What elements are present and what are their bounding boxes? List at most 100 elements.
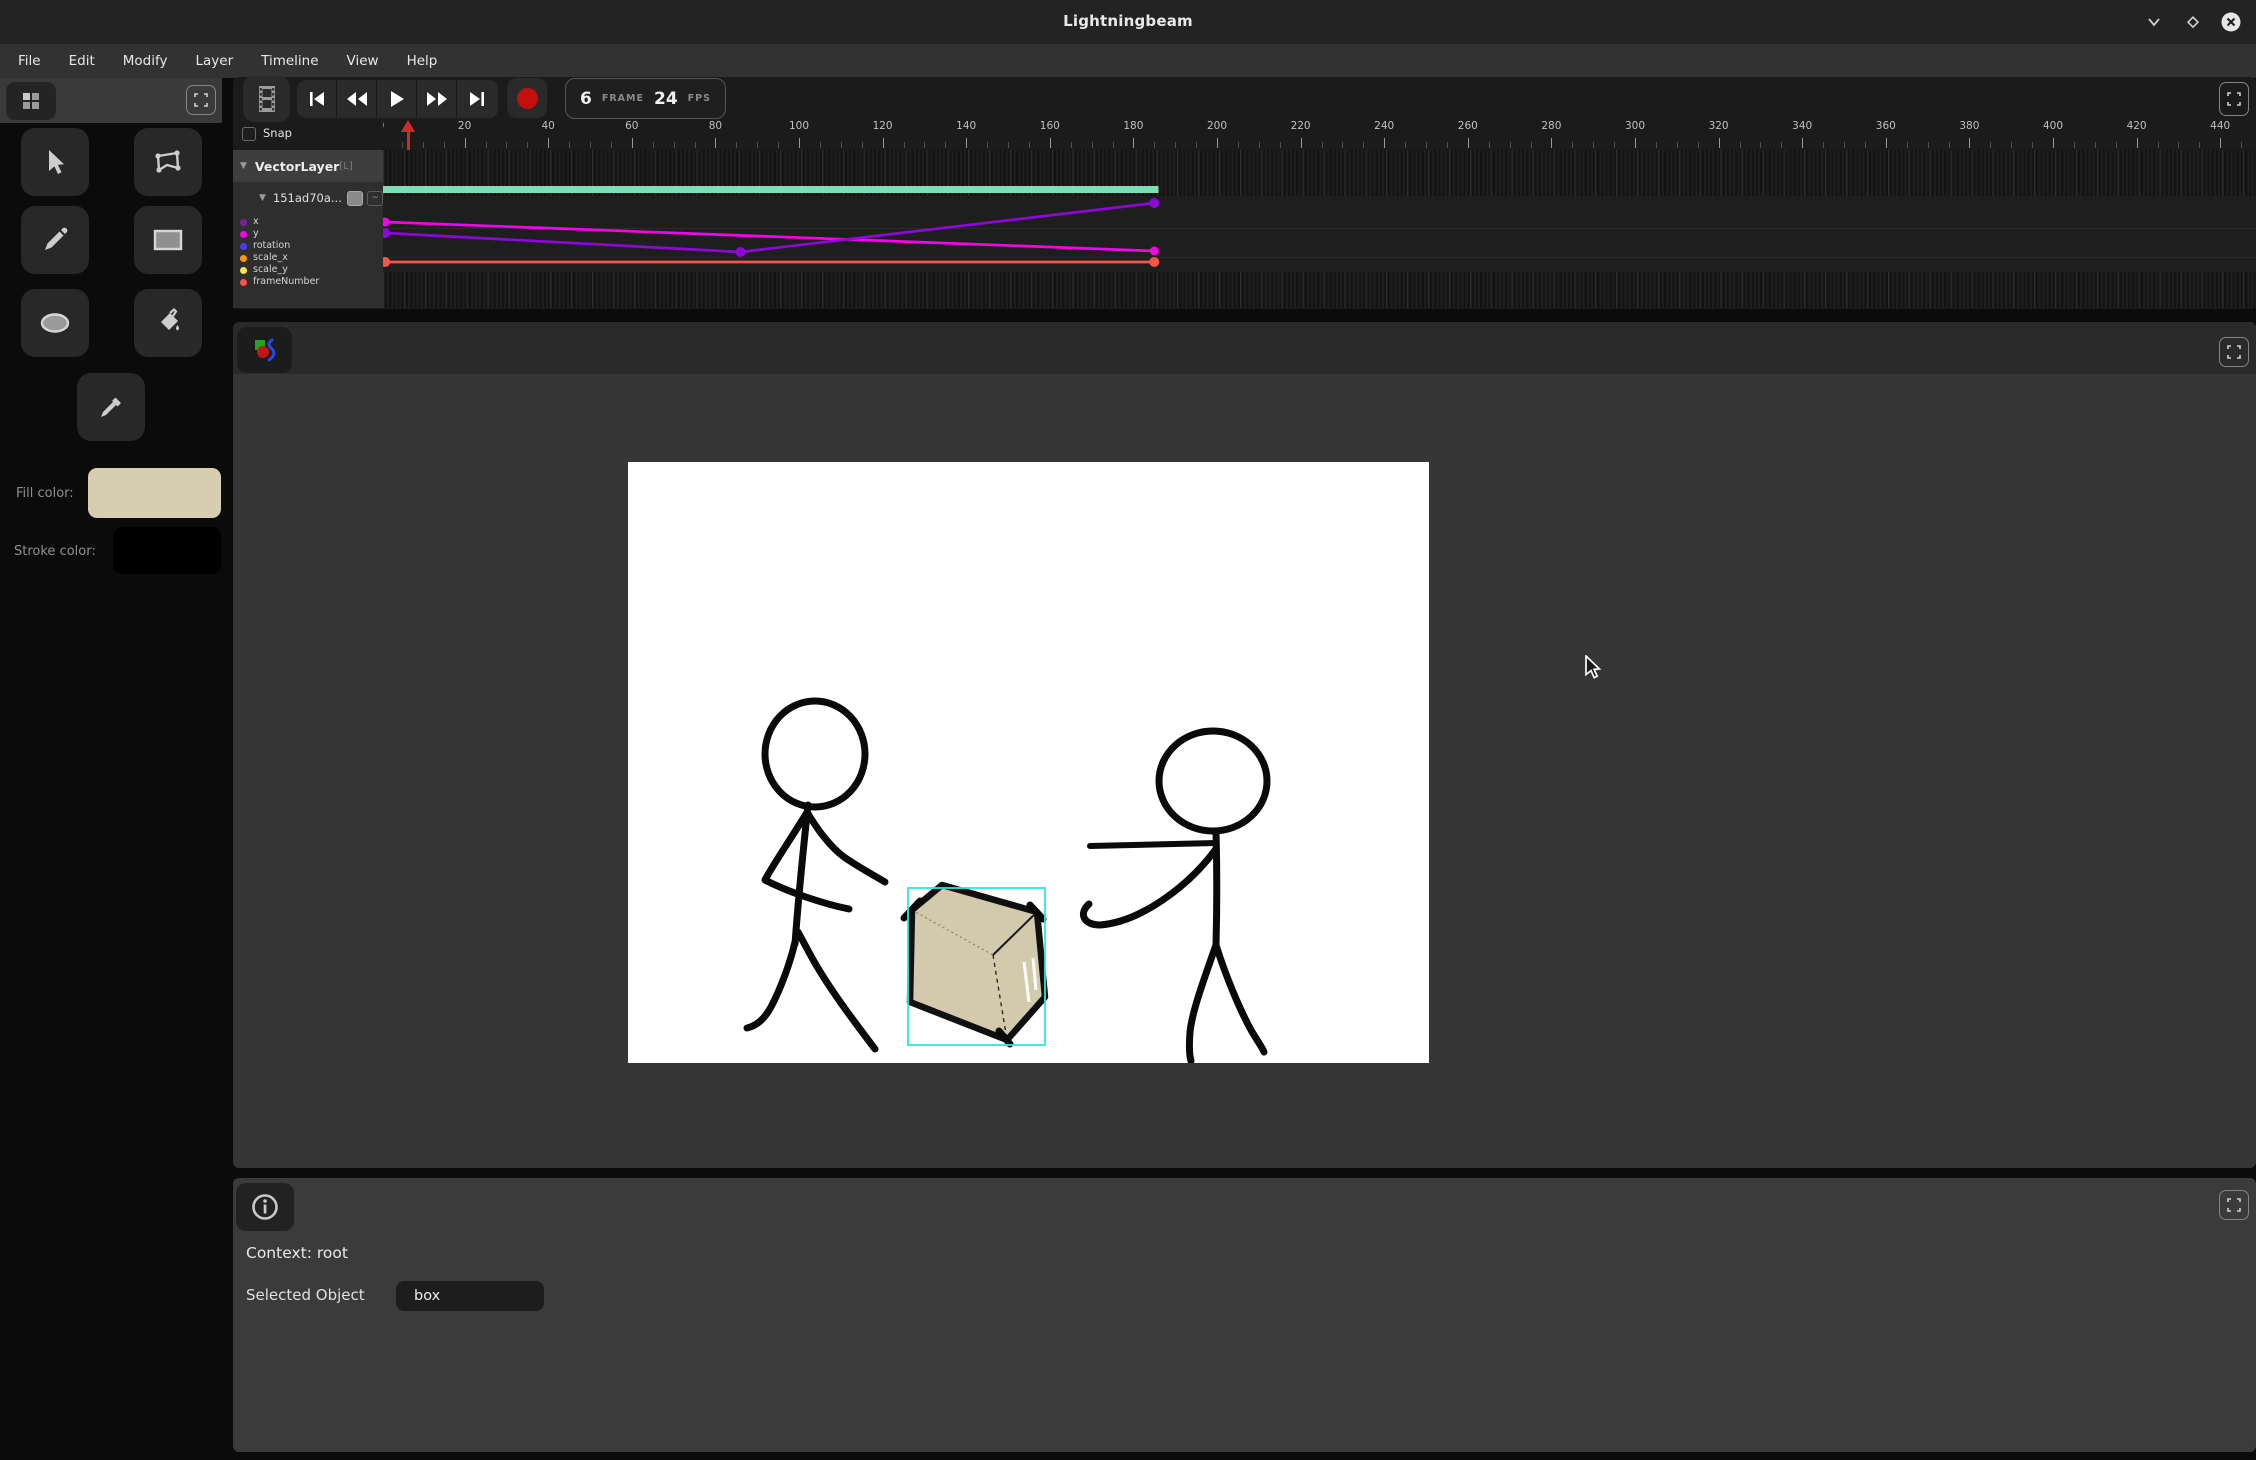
property-color-dot bbox=[240, 267, 247, 274]
menu-bar: FileEditModifyLayerTimelineViewHelp bbox=[0, 44, 2256, 78]
select-cursor-icon bbox=[42, 148, 68, 176]
ruler-tick bbox=[674, 142, 675, 148]
keyframe-dot-frameNumber[interactable] bbox=[1149, 257, 1159, 267]
property-row-rotation[interactable]: rotation bbox=[233, 240, 383, 252]
ruler-tick bbox=[653, 142, 654, 148]
play-button[interactable] bbox=[377, 80, 417, 118]
keyframe-curves[interactable] bbox=[383, 150, 2256, 308]
record-button[interactable] bbox=[507, 78, 547, 118]
ruler-label-160: 160 bbox=[1030, 120, 1070, 132]
snap-label: Snap bbox=[263, 126, 292, 140]
ruler-tick bbox=[1384, 138, 1385, 148]
panel-grid-button[interactable] bbox=[6, 82, 56, 120]
skip-to-start-button[interactable] bbox=[297, 80, 337, 118]
ruler-tick bbox=[1113, 142, 1114, 148]
frame-counter: 6 FRAME 24 FPS bbox=[565, 78, 726, 119]
sublayer-tilde-button[interactable]: ~ bbox=[367, 191, 383, 206]
ruler-tick bbox=[611, 142, 612, 148]
ruler-tick bbox=[1865, 142, 1866, 148]
menu-file[interactable]: File bbox=[4, 53, 55, 69]
draw-tool-button[interactable] bbox=[21, 206, 89, 274]
ruler-label-40: 40 bbox=[528, 120, 568, 132]
ruler-tick bbox=[1531, 142, 1532, 148]
eyedropper-tool-button[interactable] bbox=[77, 373, 145, 441]
timeline-ruler[interactable]: 0204060801001201401601802002202402602803… bbox=[383, 118, 2256, 150]
stick-figure-right[interactable] bbox=[1083, 731, 1267, 1061]
ruler-tick bbox=[1740, 142, 1741, 148]
rewind-button[interactable] bbox=[337, 80, 377, 118]
info-button[interactable] bbox=[236, 1183, 294, 1231]
menu-help[interactable]: Help bbox=[393, 53, 452, 69]
fast-forward-button[interactable] bbox=[417, 80, 457, 118]
keyframe-dot-x[interactable] bbox=[1149, 198, 1159, 208]
fps-value: 24 bbox=[654, 89, 678, 109]
rectangle-tool-button[interactable] bbox=[134, 206, 202, 274]
selected-object-dropdown[interactable]: box bbox=[396, 1281, 544, 1311]
tool-panel-expand-button[interactable] bbox=[186, 85, 216, 115]
ruler-tick bbox=[1928, 142, 1929, 148]
transform-tool-button[interactable] bbox=[134, 128, 202, 196]
transport-controls bbox=[297, 80, 498, 118]
select-tool-button[interactable] bbox=[21, 128, 89, 196]
ruler-tick bbox=[1844, 142, 1845, 148]
canvas-panel-header bbox=[233, 322, 2256, 374]
film-button[interactable] bbox=[243, 76, 290, 122]
timeline-expand-button[interactable] bbox=[2219, 82, 2249, 116]
inspector-expand-button[interactable] bbox=[2219, 1190, 2249, 1220]
stroke-color-swatch[interactable] bbox=[113, 527, 221, 574]
snap-checkbox[interactable] bbox=[242, 127, 256, 141]
stick-figure-left[interactable] bbox=[747, 701, 885, 1049]
window-minimize-icon[interactable] bbox=[2142, 10, 2166, 34]
keyframe-dot-frameNumber[interactable] bbox=[383, 257, 390, 267]
layer-name: VectorLayer bbox=[255, 159, 339, 174]
ruler-tick bbox=[1196, 142, 1197, 148]
ruler-tick bbox=[2011, 142, 2012, 148]
keyframe-dot-y[interactable] bbox=[383, 218, 390, 227]
property-row-scale_x[interactable]: scale_x bbox=[233, 252, 383, 264]
rewind-icon bbox=[346, 91, 368, 107]
layer-badge: [L] bbox=[339, 161, 352, 172]
ruler-tick bbox=[2032, 142, 2033, 148]
menu-timeline[interactable]: Timeline bbox=[247, 53, 332, 69]
keyframe-dot-x[interactable] bbox=[735, 247, 745, 257]
property-row-scale_y[interactable]: scale_y bbox=[233, 264, 383, 276]
pencil-icon bbox=[41, 226, 69, 254]
ruler-label-280: 280 bbox=[1531, 120, 1571, 132]
menu-layer[interactable]: Layer bbox=[181, 53, 247, 69]
sublayer-row[interactable]: ▼ 151ad70a... ~ bbox=[233, 185, 383, 211]
keyframe-span-bar[interactable] bbox=[383, 186, 1158, 193]
paint-bucket-tool-button[interactable] bbox=[134, 289, 202, 357]
layer-row-vectorlayer[interactable]: ▼ VectorLayer [L] bbox=[233, 150, 383, 182]
record-dot-icon bbox=[517, 88, 538, 109]
layer-collapse-caret-icon[interactable]: ▼ bbox=[240, 161, 247, 171]
property-row-x[interactable]: x bbox=[233, 216, 383, 228]
fill-color-swatch[interactable] bbox=[88, 468, 221, 518]
canvas-expand-button[interactable] bbox=[2219, 337, 2249, 367]
ruler-tick bbox=[1551, 138, 1552, 148]
menu-edit[interactable]: Edit bbox=[55, 53, 109, 69]
skip-to-end-button[interactable] bbox=[457, 80, 497, 118]
ruler-tick bbox=[1280, 142, 1281, 148]
box-object[interactable] bbox=[904, 885, 1045, 1044]
sublayer-visibility-button[interactable] bbox=[347, 191, 363, 206]
ellipse-tool-button[interactable] bbox=[21, 289, 89, 357]
property-row-frameNumber[interactable]: frameNumber bbox=[233, 276, 383, 288]
sublayer-collapse-caret-icon[interactable]: ▼ bbox=[259, 193, 266, 203]
playhead-stem bbox=[407, 131, 410, 152]
menu-view[interactable]: View bbox=[333, 53, 393, 69]
property-row-y[interactable]: y bbox=[233, 228, 383, 240]
stroke-color-label: Stroke color: bbox=[14, 544, 96, 559]
ruler-tick bbox=[2116, 142, 2117, 148]
ruler-label-420: 420 bbox=[2117, 120, 2157, 132]
keyframe-dot-y[interactable] bbox=[1150, 247, 1159, 256]
vector-scene-button[interactable] bbox=[237, 327, 292, 373]
keyframe-dot-x[interactable] bbox=[383, 228, 390, 238]
curve-y[interactable] bbox=[385, 222, 1154, 251]
property-name: scale_y bbox=[253, 264, 288, 276]
ruler-tick bbox=[2137, 138, 2138, 148]
ruler-tick bbox=[1175, 142, 1176, 148]
window-close-icon[interactable] bbox=[2219, 10, 2243, 34]
window-maximize-icon[interactable] bbox=[2181, 10, 2205, 34]
menu-modify[interactable]: Modify bbox=[109, 53, 182, 69]
animation-stage[interactable] bbox=[628, 462, 1429, 1063]
